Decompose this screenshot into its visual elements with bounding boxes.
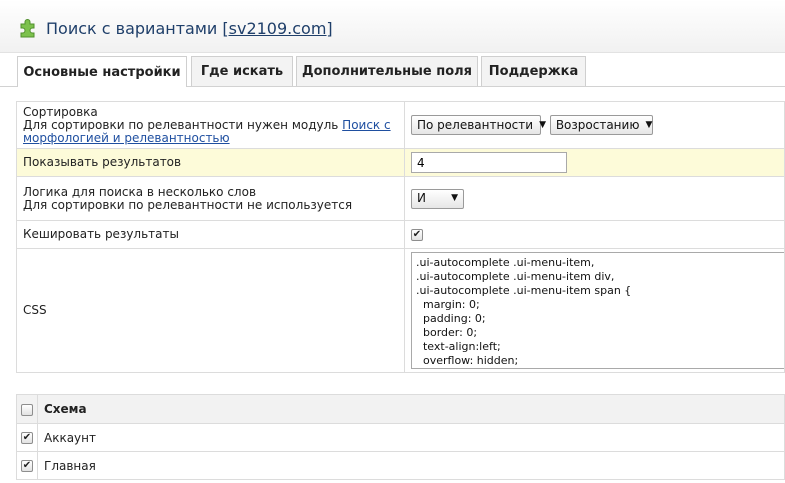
cache-checkbox[interactable]: ✔ [411, 228, 423, 241]
sort-control-cell: По релевантности ▼ Возростанию ▼ [404, 101, 785, 149]
results-count-input[interactable] [411, 152, 567, 173]
results-label: Показывать результатов [16, 148, 405, 177]
row-checkbox-main[interactable]: ✔ [21, 460, 33, 472]
row-check-cell: ✔ [16, 423, 38, 452]
logic-row: Логика для поиска в несколько слов Для с… [16, 176, 785, 221]
sort-hint-text: Для сортировки по релевантности нужен мо… [23, 117, 343, 132]
schema-header-row: Схема [16, 394, 785, 424]
css-row: CSS .ui-autocomplete .ui-menu-item, .ui-… [16, 248, 785, 373]
row-check-cell: ✔ [16, 451, 38, 480]
css-textarea[interactable]: .ui-autocomplete .ui-menu-item, .ui-auto… [411, 252, 785, 369]
page-title-text: Поиск с вариантами [46, 19, 223, 38]
settings-table: Сортировка Для сортировки по релевантнос… [16, 101, 785, 373]
puzzle-piece-icon [20, 19, 35, 38]
logic-value: И [417, 191, 426, 205]
page-header: Поиск с вариантами [sv2109.com] [0, 0, 785, 53]
schema-column-header: Схема [37, 394, 785, 424]
tab-main-settings[interactable]: Основные настройки [17, 56, 187, 87]
sort-row: Сортировка Для сортировки по релевантнос… [16, 101, 785, 149]
table-row: ✔ Главная [16, 451, 785, 480]
logic-control-cell: И ▼ [404, 176, 785, 221]
tab-where-to-search[interactable]: Где искать [191, 56, 293, 86]
chevron-down-icon: ▼ [539, 119, 546, 130]
chevron-down-icon: ▼ [451, 193, 458, 203]
sort-order-value: Возростанию [555, 117, 640, 132]
chevron-down-icon: ▼ [645, 119, 653, 130]
schema-row-label: Главная [37, 451, 785, 480]
logic-label-cell: Логика для поиска в несколько слов Для с… [16, 176, 405, 221]
results-control-cell [404, 148, 785, 177]
css-control-cell: .ui-autocomplete .ui-menu-item, .ui-auto… [404, 248, 785, 373]
cache-label: Кешировать результаты [16, 220, 405, 249]
sort-by-value: По релевантности [417, 117, 534, 132]
tab-extra-fields[interactable]: Дополнительные поля [296, 56, 478, 86]
logic-hint: Для сортировки по релевантности не испол… [23, 197, 353, 212]
tab-bar: Основные настройки Где искать Дополнител… [0, 56, 785, 87]
results-row: Показывать результатов [16, 148, 785, 177]
logic-select[interactable]: И ▼ [411, 188, 464, 209]
sort-label-cell: Сортировка Для сортировки по релевантнос… [16, 101, 405, 149]
table-row: ✔ Аккаунт [16, 423, 785, 452]
cache-control-cell: ✔ [404, 220, 785, 249]
row-checkbox-account[interactable]: ✔ [21, 432, 33, 444]
schema-table: Схема ✔ Аккаунт ✔ Главная [16, 394, 785, 480]
logic-label: Логика для поиска в несколько слов [23, 184, 257, 199]
tab-support[interactable]: Поддержка [481, 56, 586, 86]
select-all-checkbox[interactable] [21, 403, 33, 416]
schema-row-label: Аккаунт [37, 423, 785, 452]
cache-row: Кешировать результаты ✔ [16, 220, 785, 249]
sort-order-select[interactable]: Возростанию ▼ [549, 115, 653, 135]
site-link[interactable]: [sv2109.com] [222, 19, 332, 38]
select-all-cell [16, 394, 38, 424]
sort-by-select[interactable]: По релевантности ▼ [411, 115, 546, 135]
page-title: Поиск с вариантами [sv2109.com] [46, 19, 333, 38]
css-label: CSS [16, 248, 405, 373]
sort-hint: Для сортировки по релевантности нужен мо… [23, 117, 398, 145]
